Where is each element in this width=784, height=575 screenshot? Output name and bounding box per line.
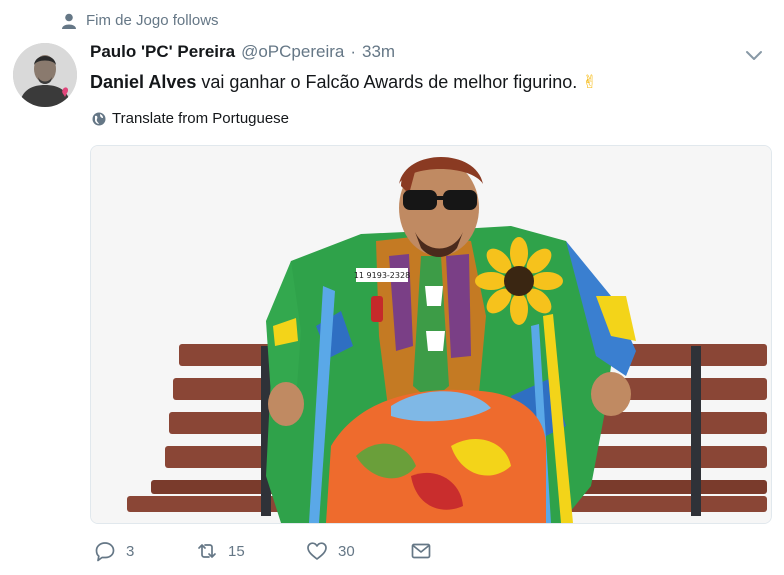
- retweet-count: 15: [228, 542, 245, 560]
- badge-text: 11 9193-2328: [354, 271, 410, 280]
- direct-message-button[interactable]: [410, 540, 432, 562]
- tweet-timestamp[interactable]: 33m: [362, 42, 395, 62]
- like-button[interactable]: 30: [306, 540, 410, 562]
- tweet-actions: 3 15 30: [94, 540, 432, 562]
- globe-icon: [92, 112, 106, 125]
- envelope-icon: [411, 543, 431, 559]
- translate-link[interactable]: Translate from Portuguese: [92, 110, 289, 127]
- tweet-media[interactable]: 11 9193-2328: [90, 145, 772, 524]
- social-context[interactable]: Fim de Jogo follows: [62, 12, 219, 29]
- tweet-header: Paulo 'PC' Pereira @oPCpereira · 33m: [90, 42, 395, 62]
- victory-hand-emoji: ✌: [582, 72, 598, 92]
- chevron-down-icon[interactable]: [744, 48, 764, 62]
- heart-icon: [307, 542, 327, 560]
- reply-count: 3: [126, 542, 135, 560]
- reply-button[interactable]: 3: [94, 540, 196, 562]
- like-count: 30: [338, 542, 355, 560]
- author-name[interactable]: Paulo 'PC' Pereira: [90, 42, 235, 62]
- tweet-mention: Daniel Alves: [90, 72, 197, 92]
- retweet-icon: [198, 544, 216, 558]
- avatar[interactable]: [13, 43, 77, 107]
- author-handle[interactable]: @oPCpereira: [241, 42, 344, 62]
- retweet-button[interactable]: 15: [196, 540, 306, 562]
- tweet-text: Daniel Alves vai ganhar o Falcão Awards …: [90, 72, 597, 93]
- tweet-photo: 11 9193-2328: [91, 146, 771, 523]
- social-context-text: Fim de Jogo follows: [86, 12, 219, 29]
- separator-dot: ·: [350, 42, 357, 61]
- avatar-image: [13, 43, 77, 107]
- tweet-body: vai ganhar o Falcão Awards de melhor fig…: [196, 72, 583, 92]
- reply-icon: [95, 542, 115, 562]
- person-icon: [62, 13, 76, 29]
- translate-label: Translate from Portuguese: [112, 110, 290, 127]
